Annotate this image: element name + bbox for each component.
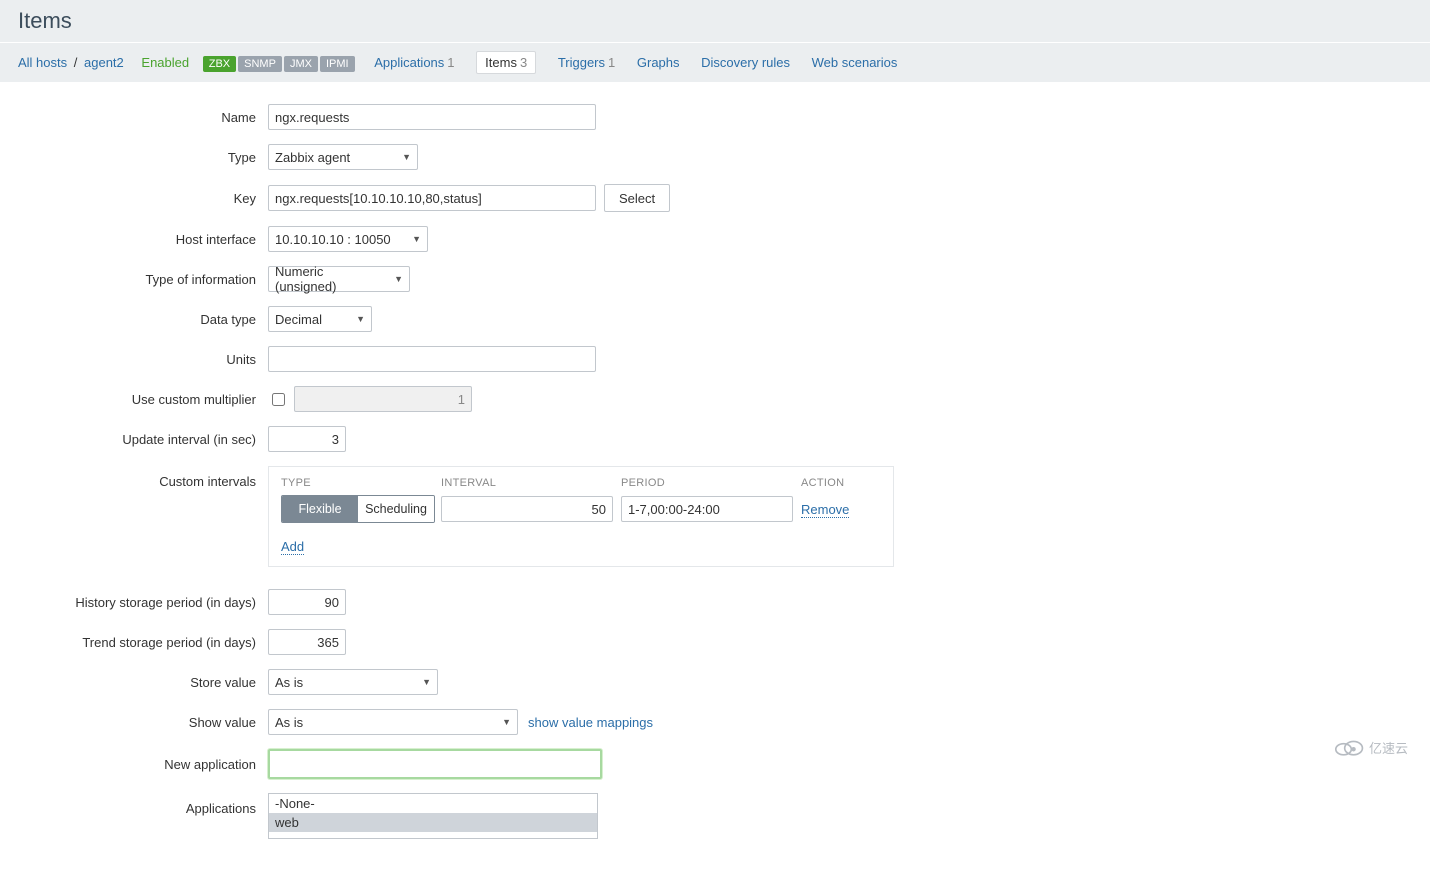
label-new-application: New application [16, 757, 268, 772]
watermark: 亿速云 [1331, 737, 1408, 757]
ci-interval-input[interactable] [441, 496, 613, 522]
badge-jmx: JMX [284, 56, 318, 72]
host-interface-select[interactable]: 10.10.10.10 : 10050 [268, 226, 428, 252]
show-value-mappings-link[interactable]: show value mappings [528, 715, 653, 730]
nav-links: Applications1 Items3 Triggers1 Graphs Di… [374, 51, 915, 74]
type-select[interactable]: Zabbix agent [268, 144, 418, 170]
label-key: Key [16, 191, 268, 206]
new-application-input[interactable] [268, 749, 602, 779]
breadcrumb: All hosts / agent2 [18, 55, 127, 70]
store-value-select[interactable]: As is [268, 669, 438, 695]
item-form: Name Type Zabbix agent Key Select Host i… [16, 82, 1414, 893]
ci-add-link[interactable]: Add [281, 539, 304, 555]
key-input[interactable] [268, 185, 596, 211]
nav-bar: All hosts / agent2 Enabled ZBX SNMP JMX … [0, 43, 1430, 82]
label-data-type: Data type [16, 312, 268, 327]
watermark-text: 亿速云 [1369, 738, 1408, 757]
units-input[interactable] [268, 346, 596, 372]
update-interval-input[interactable] [268, 426, 346, 452]
use-custom-multiplier-checkbox[interactable] [272, 393, 285, 406]
ci-col-period: PERIOD [621, 477, 801, 489]
nav-graphs[interactable]: Graphs [637, 55, 680, 70]
label-trend-storage: Trend storage period (in days) [16, 635, 268, 650]
applications-list[interactable]: -None- web [268, 793, 598, 839]
applications-option-web[interactable]: web [269, 813, 597, 832]
badge-ipmi: IPMI [320, 56, 355, 72]
label-units: Units [16, 352, 268, 367]
label-name: Name [16, 110, 268, 125]
nav-triggers[interactable]: Triggers1 [558, 55, 615, 70]
ci-period-input[interactable] [621, 496, 793, 522]
label-update-interval: Update interval (in sec) [16, 432, 268, 447]
badge-snmp: SNMP [238, 56, 282, 72]
breadcrumb-sep: / [71, 55, 81, 70]
nav-web[interactable]: Web scenarios [812, 55, 898, 70]
label-store-value: Store value [16, 675, 268, 690]
nav-discovery[interactable]: Discovery rules [701, 55, 790, 70]
applications-option-none[interactable]: -None- [269, 794, 597, 813]
nav-applications[interactable]: Applications1 [374, 55, 454, 70]
data-type-select[interactable]: Decimal [268, 306, 372, 332]
label-use-custom-multiplier: Use custom multiplier [16, 392, 268, 407]
key-select-button[interactable]: Select [604, 184, 670, 212]
cloud-icon [1331, 737, 1365, 757]
badge-zbx: ZBX [203, 56, 236, 72]
label-history-storage: History storage period (in days) [16, 595, 268, 610]
label-custom-intervals: Custom intervals [16, 466, 268, 489]
show-value-select[interactable]: As is [268, 709, 518, 735]
breadcrumb-all-hosts[interactable]: All hosts [18, 55, 67, 70]
ci-type-segment[interactable]: Flexible Scheduling [281, 495, 435, 523]
name-input[interactable] [268, 104, 596, 130]
breadcrumb-host[interactable]: agent2 [84, 55, 124, 70]
ci-col-interval: INTERVAL [441, 477, 621, 489]
history-storage-input[interactable] [268, 589, 346, 615]
label-type-of-information: Type of information [16, 272, 268, 287]
type-of-information-select[interactable]: Numeric (unsigned) [268, 266, 410, 292]
ci-col-action: ACTION [801, 477, 867, 489]
ci-type-scheduling[interactable]: Scheduling [358, 496, 434, 522]
status-enabled: Enabled [141, 55, 189, 70]
ci-remove-link[interactable]: Remove [801, 502, 849, 518]
nav-items[interactable]: Items3 [476, 51, 536, 74]
proto-badges: ZBX SNMP JMX IPMI [203, 56, 357, 72]
label-type: Type [16, 150, 268, 165]
label-show-value: Show value [16, 715, 268, 730]
label-host-interface: Host interface [16, 232, 268, 247]
label-applications: Applications [16, 793, 268, 816]
custom-multiplier-input [294, 386, 472, 412]
ci-col-type: TYPE [281, 477, 441, 489]
custom-intervals-box: TYPE INTERVAL PERIOD ACTION Flexible Sch… [268, 466, 894, 567]
page-title: Items [18, 8, 1412, 34]
trend-storage-input[interactable] [268, 629, 346, 655]
ci-type-flexible[interactable]: Flexible [282, 496, 358, 522]
